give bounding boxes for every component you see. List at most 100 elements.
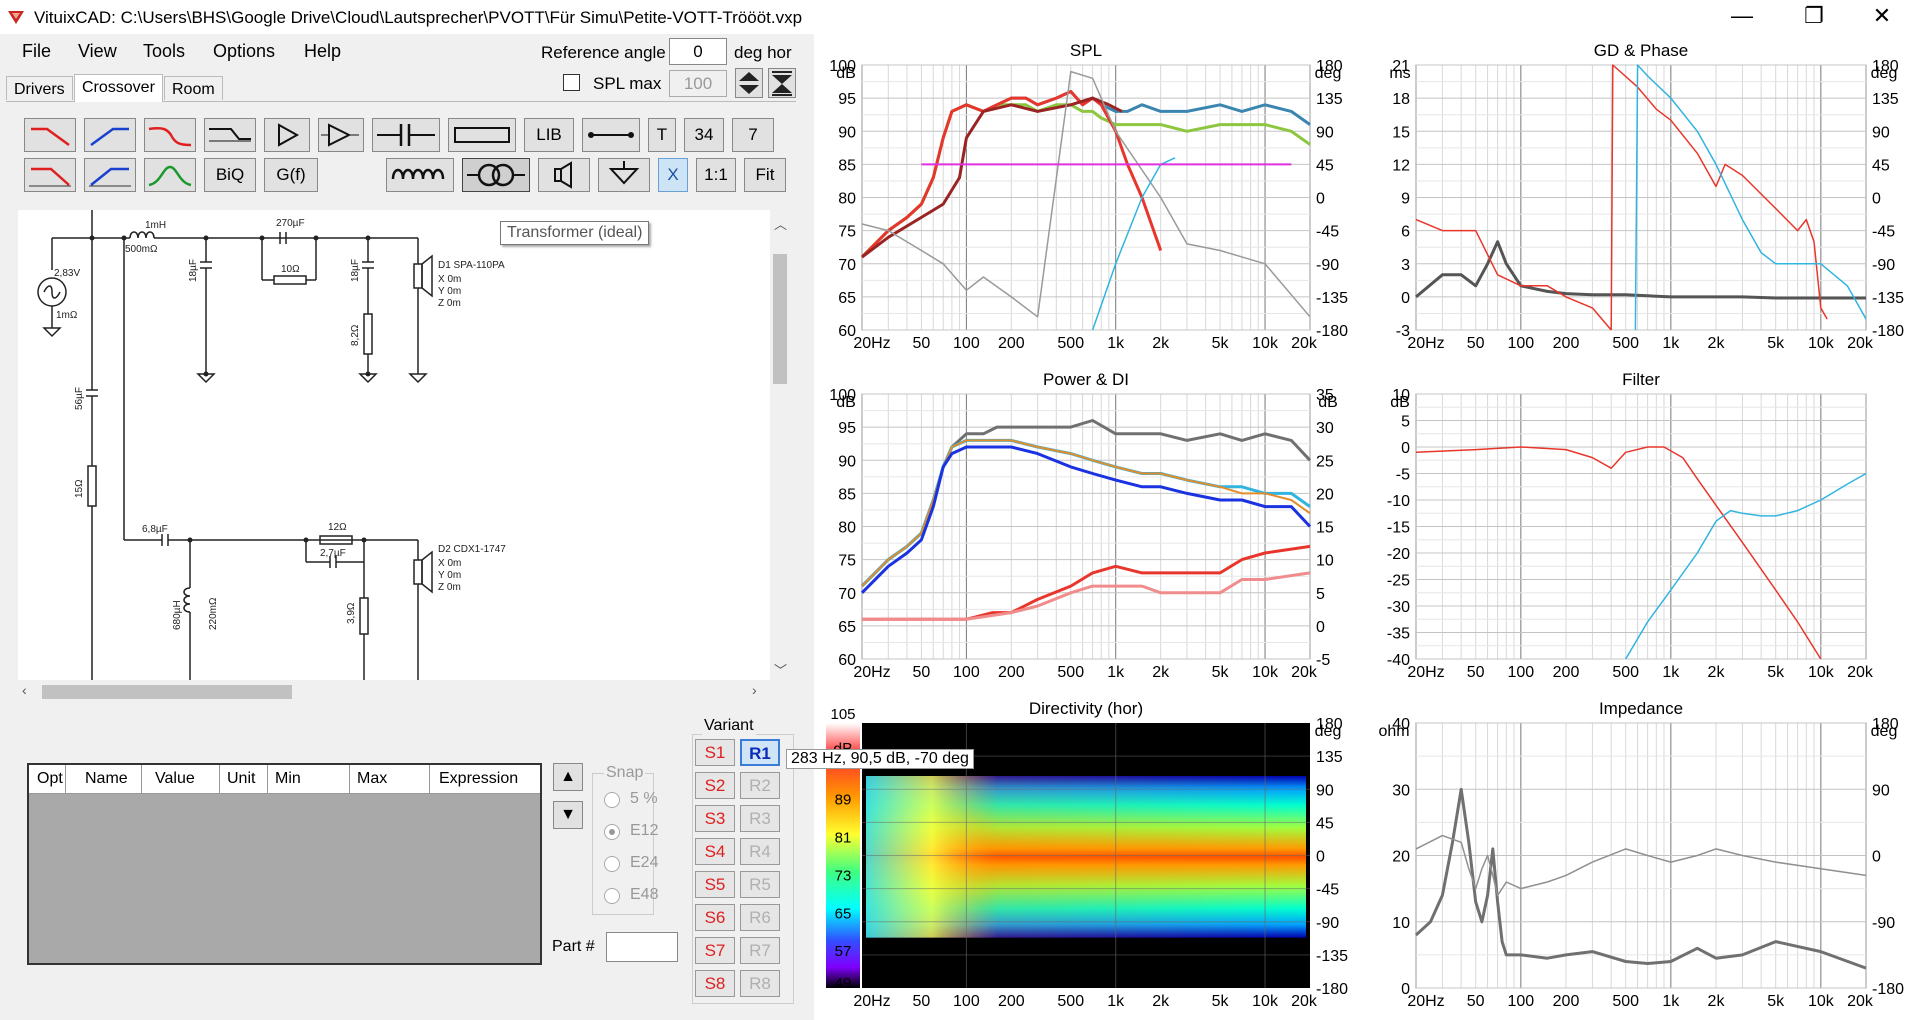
- spl-left-tick: 75: [838, 224, 856, 241]
- impedance-left-tick: 20: [1392, 849, 1410, 866]
- gd-left-tick: 18: [1392, 91, 1410, 108]
- filter-freq-tick: 100: [1507, 664, 1534, 681]
- gd-right-tick: 0: [1872, 191, 1881, 208]
- spl-freq-tick: 500: [1057, 335, 1084, 352]
- spl-freq-tick: 10k: [1252, 335, 1279, 352]
- filter-left-tick: -10: [1387, 493, 1410, 510]
- spl-right-tick: -180: [1316, 323, 1348, 340]
- power-freq-tick: 5k: [1212, 664, 1230, 681]
- power-freq-tick: 100: [953, 664, 980, 681]
- spl-freq-tick: 5k: [1212, 335, 1230, 352]
- spl-right-tick: -45: [1316, 224, 1339, 241]
- directivity-chart[interactable]: Directivity (hor)dBdeg105978981736557491…: [826, 699, 1348, 1010]
- directivity-freq-tick: 500: [1057, 993, 1084, 1010]
- power-chart[interactable]: Power & DIdB dB10095908580757065603530252…: [829, 370, 1337, 681]
- impedance-left-tick: 10: [1392, 915, 1410, 932]
- spl-right-tick: 135: [1316, 91, 1343, 108]
- filter-left-tick: -30: [1387, 599, 1410, 616]
- gd-right-tick: -90: [1872, 257, 1895, 274]
- impedance-freq-tick: 10k: [1808, 993, 1835, 1010]
- spl-left-tick: 80: [838, 191, 856, 208]
- directivity-scale-tick: 49: [835, 975, 852, 992]
- gd-right-tick: 45: [1872, 157, 1890, 174]
- spl-left-tick: 95: [838, 91, 856, 108]
- spl-freq-tick: 1k: [1107, 335, 1125, 352]
- filter-left-tick: -35: [1387, 626, 1410, 643]
- filter-freq-tick: 500: [1612, 664, 1639, 681]
- spl-freq-tick: 20Hz: [853, 335, 890, 352]
- power-right-tick: 15: [1316, 520, 1334, 537]
- spl-freq-tick: 20k: [1291, 335, 1318, 352]
- gd-freq-tick: 1k: [1662, 335, 1680, 352]
- spl-freq-tick: 2k: [1152, 335, 1170, 352]
- directivity-freq-tick: 1k: [1107, 993, 1125, 1010]
- filter-freq-tick: 20k: [1847, 664, 1874, 681]
- power-freq-tick: 200: [998, 664, 1025, 681]
- directivity-scale-tick: 89: [835, 792, 852, 809]
- impedance-right-tick: 0: [1872, 849, 1881, 866]
- impedance-freq-tick: 2k: [1708, 993, 1726, 1010]
- gd-right-tick: 135: [1872, 91, 1899, 108]
- gd-left-tick: 3: [1401, 257, 1410, 274]
- spl-chart[interactable]: SPLdB deg100959085807570656018013590450-4…: [829, 41, 1348, 352]
- power-left-tick: 80: [838, 520, 856, 537]
- power-right-tick: 20: [1316, 486, 1334, 503]
- spl-right-tick: -90: [1316, 257, 1339, 274]
- power-right-tick: 35: [1316, 387, 1334, 404]
- filter-chart[interactable]: FilterdB1050-5-10-15-20-25-30-35-4020Hz 5…: [1387, 370, 1874, 681]
- power-left-tick: 100: [829, 387, 856, 404]
- gd-freq-tick: 100: [1507, 335, 1534, 352]
- spl-left-tick: 90: [838, 124, 856, 141]
- directivity-right-tick: -45: [1316, 882, 1339, 899]
- impedance-right-tick: 180: [1872, 716, 1899, 733]
- power-freq-tick: 10k: [1252, 664, 1279, 681]
- gd-right-tick: 180: [1872, 58, 1899, 75]
- filter-left-tick: -25: [1387, 573, 1410, 590]
- gd-freq-tick: 500: [1612, 335, 1639, 352]
- filter-freq-tick: 2k: [1708, 664, 1726, 681]
- directivity-right-tick: 0: [1316, 849, 1325, 866]
- filter-left-tick: -15: [1387, 520, 1410, 537]
- filter-left-tick: -20: [1387, 546, 1410, 563]
- directivity-right-tick: -90: [1316, 915, 1339, 932]
- impedance-freq-tick: 1k: [1662, 993, 1680, 1010]
- filter-left-tick: 0: [1401, 440, 1410, 457]
- gd-freq-tick: 10k: [1808, 335, 1835, 352]
- spl-title: SPL: [1070, 41, 1102, 60]
- power-left-tick: 75: [838, 553, 856, 570]
- impedance-right-tick: 90: [1872, 782, 1890, 799]
- spl-right-tick: 180: [1316, 58, 1343, 75]
- directivity-right-tick: 45: [1316, 815, 1334, 832]
- directivity-scale-tick: 65: [835, 905, 852, 922]
- directivity-right-tick: -135: [1316, 948, 1348, 965]
- impedance-title: Impedance: [1599, 699, 1683, 718]
- gd-left-tick: 9: [1401, 191, 1410, 208]
- filter-freq-tick: 20Hz: [1407, 664, 1444, 681]
- directivity-title: Directivity (hor): [1029, 699, 1143, 718]
- gd-left-tick: 6: [1401, 224, 1410, 241]
- gd-freq-tick: 5k: [1767, 335, 1785, 352]
- directivity-freq-tick: 20Hz: [853, 993, 890, 1010]
- filter-freq-tick: 200: [1553, 664, 1580, 681]
- spl-freq-tick: 100: [953, 335, 980, 352]
- power-right-tick: 5: [1316, 586, 1325, 603]
- impedance-freq-tick: 20Hz: [1407, 993, 1444, 1010]
- impedance-freq-tick: 200: [1553, 993, 1580, 1010]
- gd-right-tick: -45: [1872, 224, 1895, 241]
- impedance-chart[interactable]: Impedanceohm deg403020100180900-90-18020H…: [1378, 699, 1904, 1010]
- power-freq-tick: 50: [913, 664, 931, 681]
- directivity-lf-overlay: [866, 776, 1306, 938]
- power-right-tick: 10: [1316, 553, 1334, 570]
- directivity-scale-tick: 57: [835, 943, 852, 960]
- impedance-freq-tick: 100: [1507, 993, 1534, 1010]
- spl-right-tick: 90: [1316, 124, 1334, 141]
- spl-right-tick: -135: [1316, 290, 1348, 307]
- gd-chart[interactable]: GD & Phasems deg211815129630-318013590450…: [1389, 41, 1904, 352]
- gd-left-tick: 21: [1392, 58, 1410, 75]
- spl-left-tick: 100: [829, 58, 856, 75]
- filter-freq-tick: 1k: [1662, 664, 1680, 681]
- charts-svg: SPLdB deg100959085807570656018013590450-4…: [826, 41, 1904, 1010]
- spl-freq-tick: 50: [913, 335, 931, 352]
- power-right-tick: 0: [1316, 619, 1325, 636]
- impedance-freq-tick: 500: [1612, 993, 1639, 1010]
